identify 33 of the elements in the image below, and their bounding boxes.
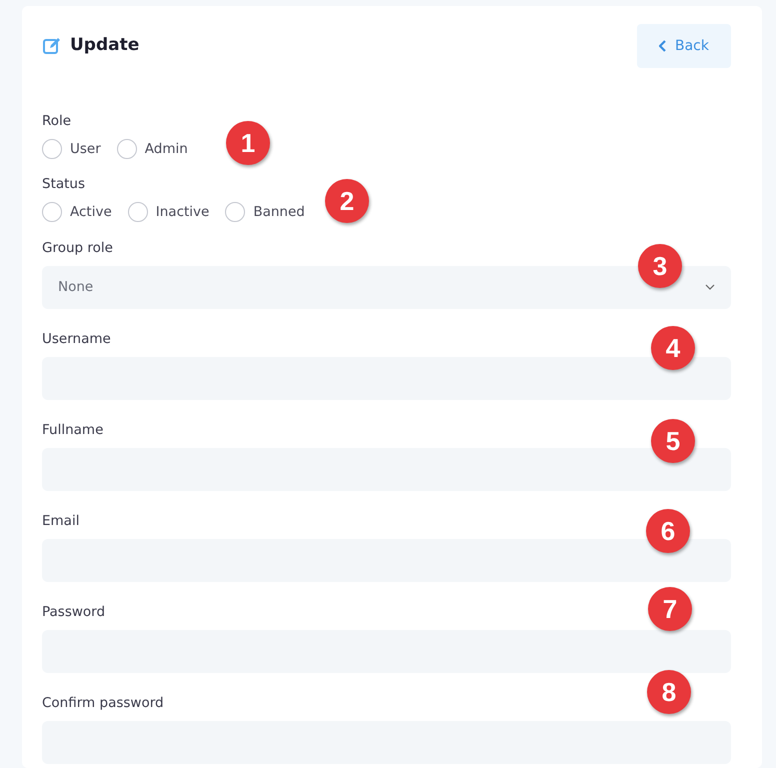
field-label: Email: [42, 512, 80, 530]
radio-button[interactable]: [225, 202, 246, 222]
radio-option[interactable]: User: [42, 139, 101, 160]
input-field[interactable]: [42, 356, 731, 400]
field-label: Password: [42, 602, 106, 620]
number-marker: 7: [648, 587, 692, 631]
radio-option[interactable]: Admin: [116, 139, 188, 160]
number-marker: 5: [651, 419, 695, 463]
page-title: Update: [70, 34, 140, 58]
edit-icon: [42, 36, 62, 56]
field-label: Group role: [42, 238, 113, 256]
field-label: Status: [42, 175, 86, 194]
chevron-left-icon: [659, 40, 667, 52]
field-label: Role: [42, 112, 72, 130]
number-marker: 1: [226, 121, 270, 165]
chevron-down-icon: [705, 284, 715, 290]
input-field[interactable]: [42, 630, 731, 672]
input-field[interactable]: [42, 538, 731, 582]
number-marker: 3: [638, 244, 682, 288]
radio-option[interactable]: Inactive: [128, 202, 210, 222]
radio-button[interactable]: [42, 139, 62, 160]
radio-button[interactable]: [116, 139, 137, 160]
radio-button[interactable]: [128, 202, 148, 222]
number-marker: 8: [647, 670, 691, 714]
radio-button[interactable]: [42, 202, 62, 222]
radio-option[interactable]: Banned: [225, 202, 305, 222]
field-label: Username: [42, 330, 111, 348]
number-marker: 6: [646, 509, 690, 553]
field-label: Fullname: [42, 420, 104, 438]
field-label: Confirm password: [42, 694, 164, 712]
number-marker: 4: [651, 326, 695, 370]
number-marker: 2: [325, 179, 369, 223]
radio-option[interactable]: Active: [42, 202, 112, 222]
